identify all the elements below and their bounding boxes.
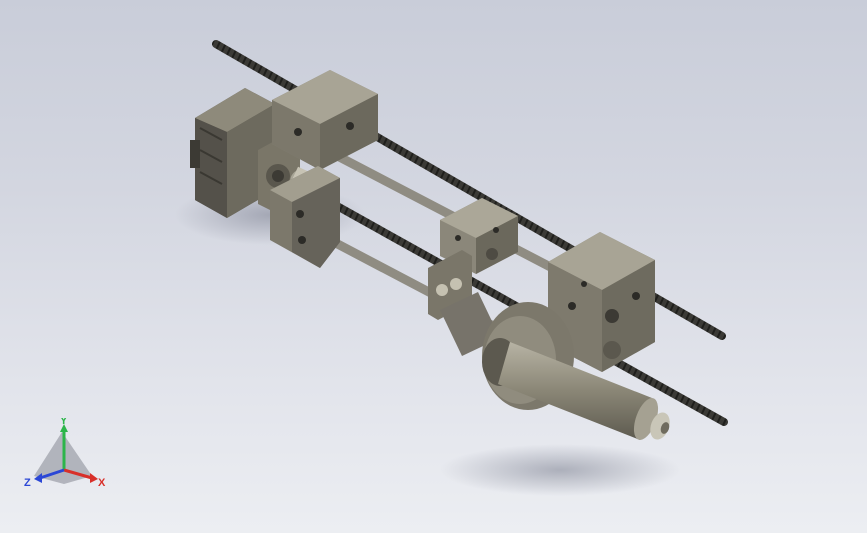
shadow-right — [440, 444, 680, 496]
cad-viewport[interactable]: Y X Z — [0, 0, 867, 533]
x-axis-label: X — [98, 477, 106, 489]
linear-actuator-model[interactable] — [0, 0, 867, 533]
x-axis-head — [90, 473, 98, 483]
y-axis-label: Y — [60, 418, 68, 427]
z-axis-label: Z — [24, 477, 31, 489]
orientation-triad[interactable]: Y X Z — [22, 418, 112, 498]
